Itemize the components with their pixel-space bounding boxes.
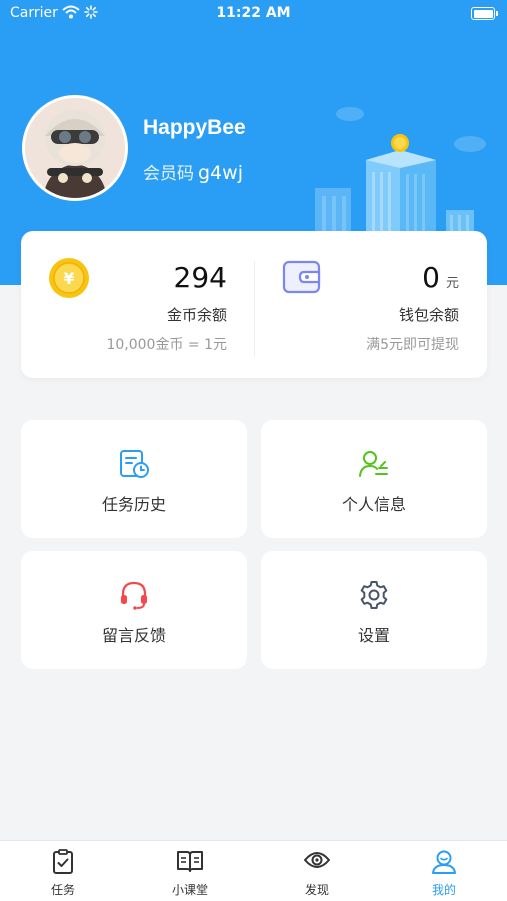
username: HappyBee	[143, 116, 246, 139]
gear-icon	[261, 579, 487, 611]
tab-mine-label: 我的	[431, 883, 456, 897]
task-history-icon	[21, 448, 247, 480]
wallet-icon	[282, 259, 322, 299]
card-divider	[254, 261, 255, 356]
coin-exchange-rate: 10,000金币 = 1元	[106, 337, 227, 353]
tab-discover-label: 发现	[304, 883, 329, 897]
settings-label: 设置	[357, 626, 390, 645]
user-icon	[381, 849, 507, 875]
member-code-line: 会员码 g4wj	[143, 159, 243, 184]
wallet-withdraw-note: 满5元即可提现	[366, 337, 459, 353]
eye-icon	[254, 849, 380, 875]
battery-icon	[471, 7, 498, 20]
avatar[interactable]	[22, 95, 128, 201]
personal-info-icon	[261, 448, 487, 480]
feedback-label: 留言反馈	[101, 626, 166, 645]
member-code-value: g4wj	[198, 162, 243, 184]
task-history-button[interactable]: 任务历史	[21, 420, 247, 538]
city-illustration	[300, 100, 507, 244]
headset-icon	[21, 579, 247, 611]
coin-balance-label: 金币余额	[166, 306, 227, 324]
member-code-label: 会员码	[143, 164, 194, 184]
bottom-tab-bar: 任务 小课堂 发现 我的	[0, 840, 507, 901]
book-icon	[127, 849, 253, 875]
personal-info-label: 个人信息	[341, 495, 406, 514]
settings-button[interactable]: 设置	[261, 551, 487, 669]
wallet-balance-label: 钱包余额	[398, 306, 459, 324]
status-bar: Carrier 11:22 AM	[0, 0, 507, 28]
feedback-button[interactable]: 留言反馈	[21, 551, 247, 669]
gold-coin-icon: ¥	[48, 257, 90, 303]
balance-card: ¥ 294 金币余额 10,000金币 = 1元 0元 钱包余额 满5元即可提现	[21, 231, 487, 378]
tab-discover[interactable]: 发现	[254, 841, 380, 901]
tab-mine[interactable]: 我的	[381, 841, 507, 901]
clock-time: 11:22 AM	[216, 5, 291, 21]
tab-classroom[interactable]: 小课堂	[127, 841, 253, 901]
personal-info-button[interactable]: 个人信息	[261, 420, 487, 538]
tab-tasks-label: 任务	[50, 883, 75, 897]
coin-balance-value: 294	[173, 261, 227, 294]
clipboard-icon	[0, 849, 126, 875]
tab-tasks[interactable]: 任务	[0, 841, 126, 901]
wallet-balance-value: 0	[422, 261, 440, 294]
wallet-balance: 0元	[422, 261, 459, 294]
tab-classroom-label: 小课堂	[171, 883, 208, 897]
wallet-balance-unit: 元	[445, 276, 459, 291]
task-history-label: 任务历史	[101, 495, 166, 514]
svg-text:¥: ¥	[63, 269, 74, 288]
